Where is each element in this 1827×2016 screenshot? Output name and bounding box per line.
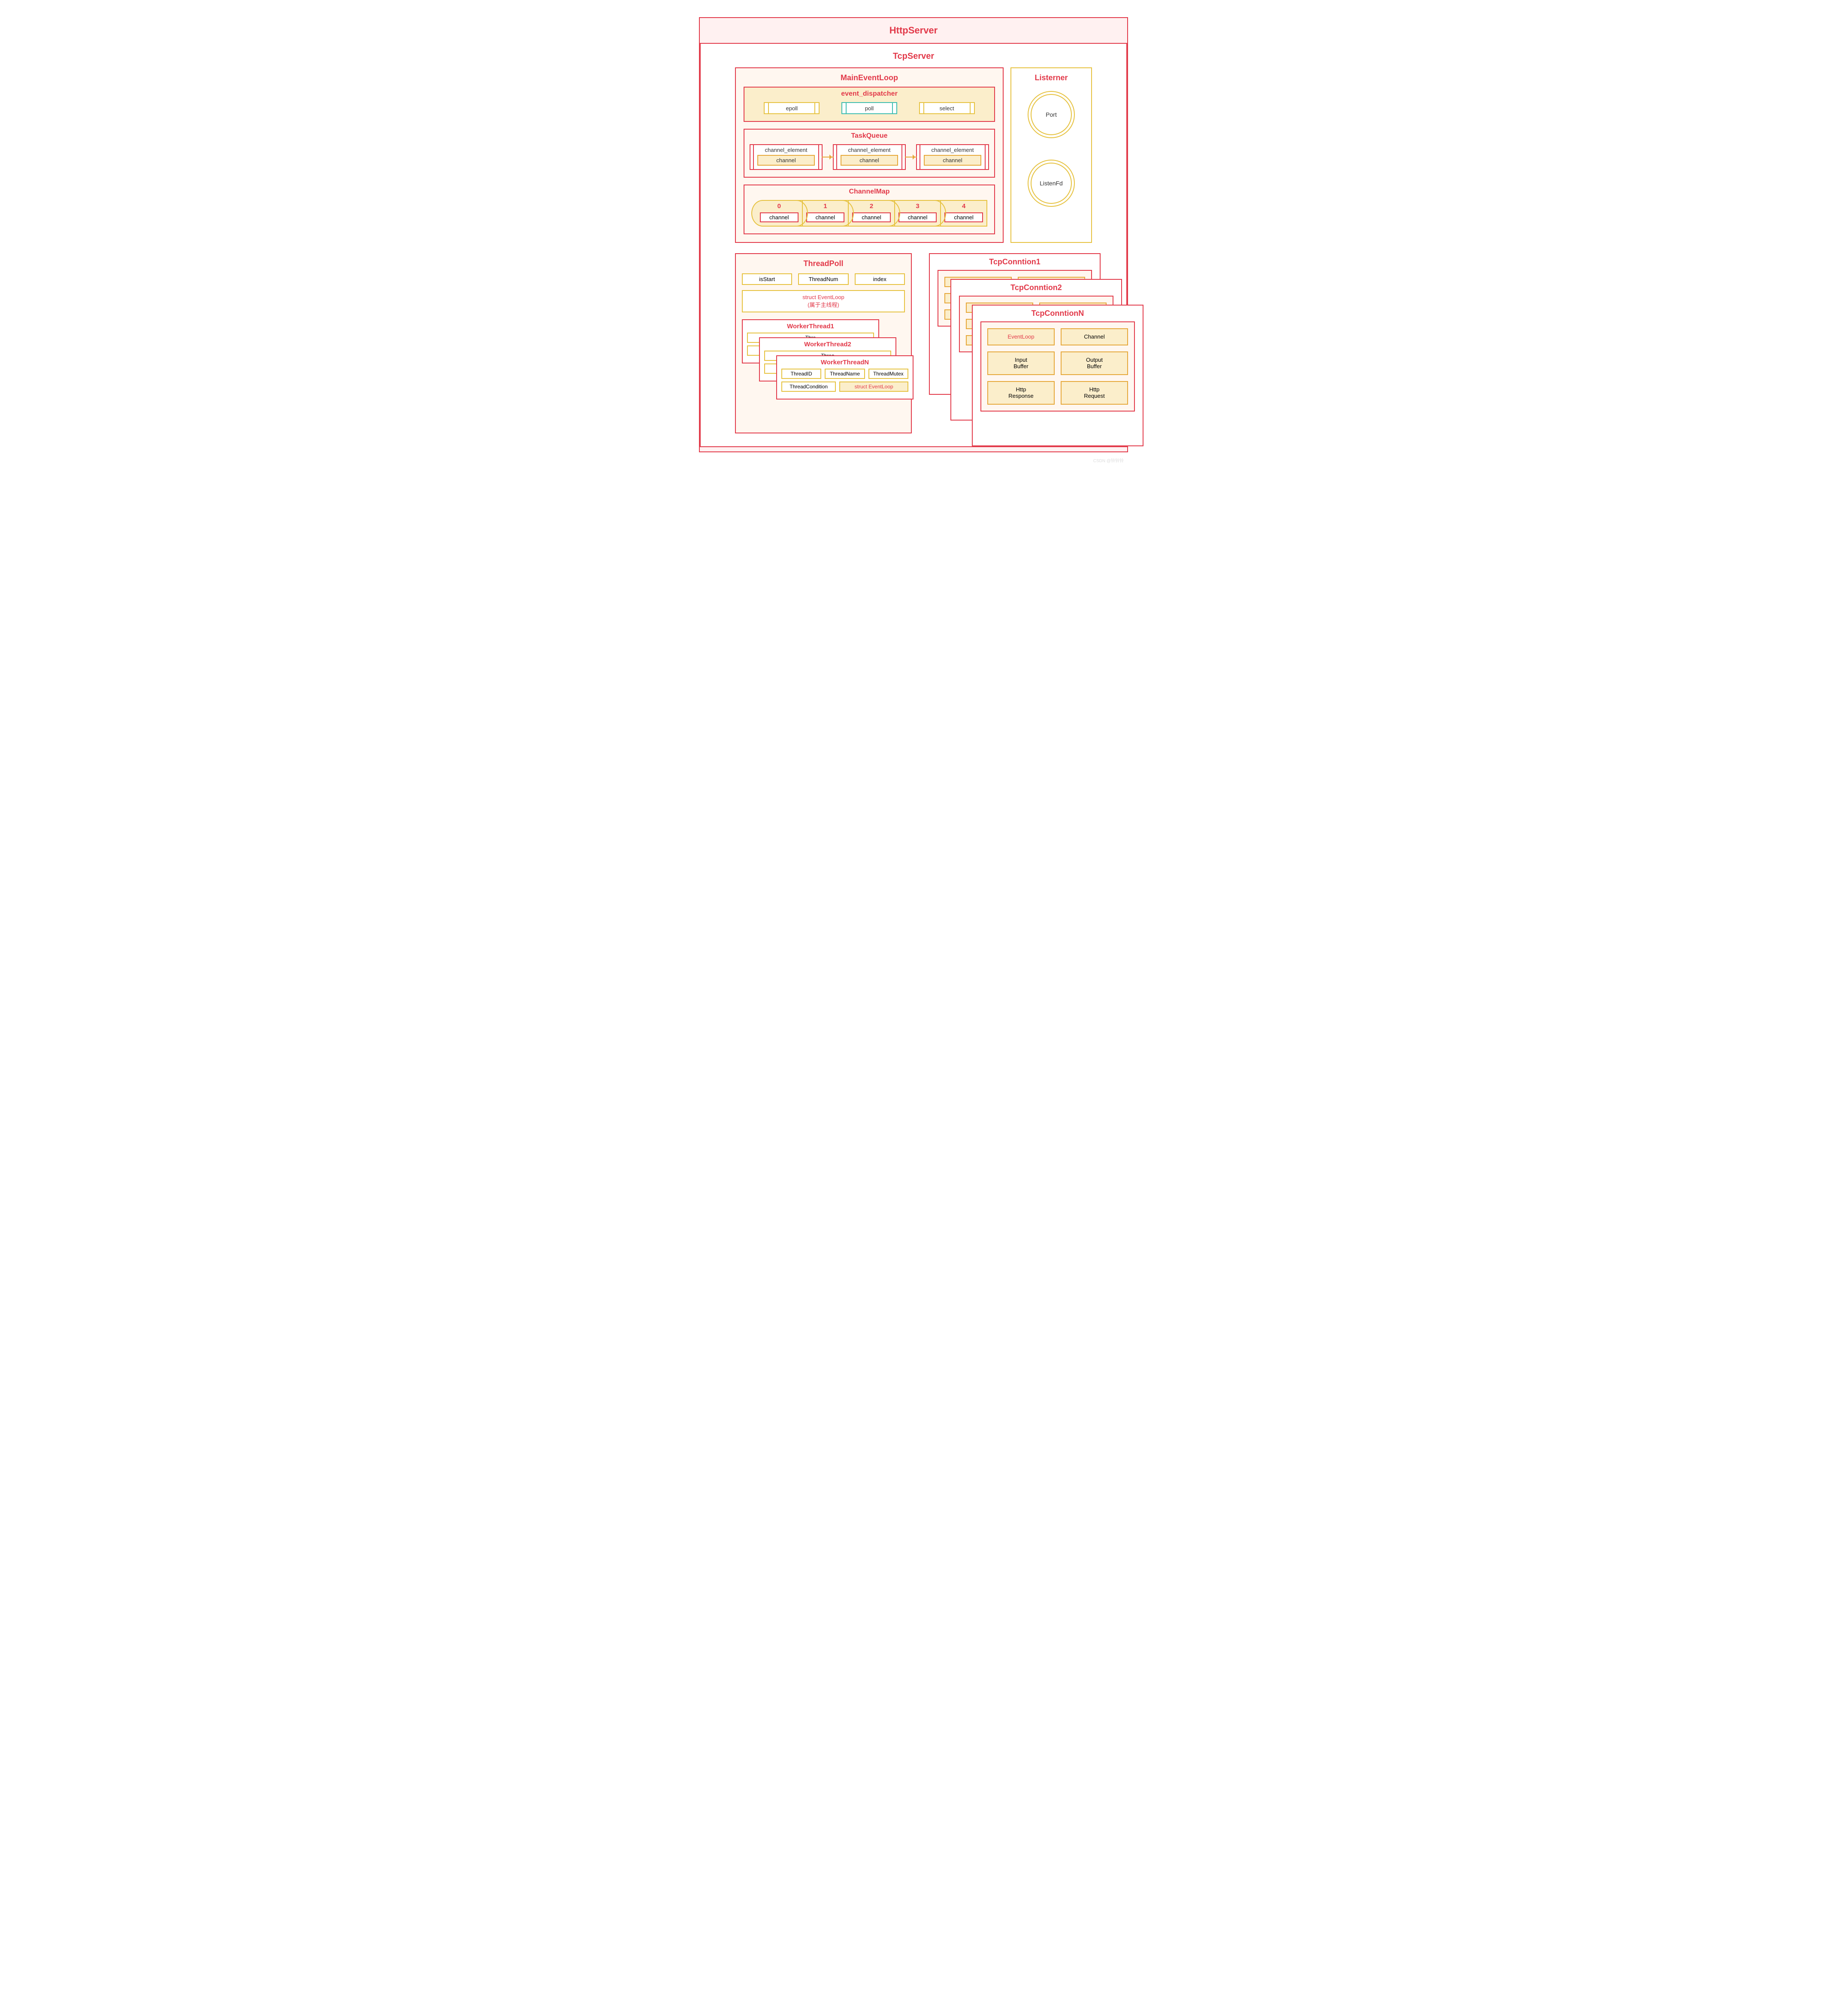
channel-element: channel_element channel [750,144,823,170]
prop-index: index [855,273,905,285]
top-row: MainEventLoop event_dispatcher epoll pol… [709,67,1118,243]
dispatcher-epoll: epoll [764,102,820,114]
conn-http-request: HttpRequest [1061,381,1128,405]
channel-map-title: ChannelMap [751,187,987,200]
channel-box: channel [841,155,898,166]
watermark: CSDN @铃铃铃 [1093,457,1124,463]
task-queue-title: TaskQueue [750,131,989,144]
channel-map-cell: 2 channel [848,200,894,227]
conn-eventloop: EventLoop [987,328,1055,345]
diagram-root: HttpServer TcpServer MainEventLoop event… [699,17,1128,452]
channel-map-box: ChannelMap 0 channel 1 channel [744,185,995,234]
channel-element: channel_element channel [833,144,906,170]
task-queue-box: TaskQueue channel_element channel [744,129,995,178]
channel-map-cell: 1 channel [802,200,848,227]
worker-stack: WorkerThread1 Thre Thre WorkerThread2 Th… [742,319,905,409]
thread-pool-props: isStart ThreadNum index [742,273,905,285]
main-event-loop-box: MainEventLoop event_dispatcher epoll pol… [735,67,1004,243]
channel-map-cell: 0 channel [751,200,802,227]
port-circle: Port [1028,91,1075,138]
conn-body: EventLoop Channel InputBuffer OutputBuff… [980,321,1135,412]
listener-title: Listerner [1034,71,1068,91]
main-event-loop-title: MainEventLoop [744,71,995,87]
channel-map-cell: 4 channel [940,200,987,227]
channel-map-row: 0 channel 1 channel 2 chan [751,200,987,227]
worker-thread-n: WorkerThreadN ThreadID ThreadName Thread… [776,355,914,400]
listenfd-circle: ListenFd [1028,160,1075,207]
thread-pool-box: ThreadPoll isStart ThreadNum index struc… [735,253,912,433]
bottom-row: ThreadPoll isStart ThreadNum index struc… [709,243,1118,433]
tcp-server-title: TcpServer [709,48,1118,67]
channel-box: channel [757,155,815,166]
channel-element: channel_element channel [916,144,989,170]
conn-http-response: HttpResponse [987,381,1055,405]
conn-channel: Channel [1061,328,1128,345]
channel-box: channel [924,155,981,166]
conn-input-buffer: InputBuffer [987,351,1055,375]
conn-output-buffer: OutputBuffer [1061,351,1128,375]
tcp-connection-stack: TcpConntion1 TcpConntion2 [929,253,1092,433]
task-queue-row: channel_element channel channel_element [750,144,989,170]
tcp-server-box: TcpServer MainEventLoop event_dispatcher… [700,43,1127,447]
struct-eventloop-main: struct EventLoop (属于主线程) [742,290,905,312]
http-server-box: HttpServer TcpServer MainEventLoop event… [699,17,1128,452]
dispatcher-poll: poll [841,102,897,114]
prop-isstart: isStart [742,273,792,285]
thread-pool-title: ThreadPoll [742,257,905,273]
dispatcher-select: select [919,102,975,114]
event-dispatcher-row: epoll poll select [753,102,986,114]
channel-map-cell: 3 channel [894,200,941,227]
event-dispatcher-box: event_dispatcher epoll poll select [744,87,995,122]
event-dispatcher-title: event_dispatcher [753,89,986,102]
http-server-title: HttpServer [700,18,1127,43]
listener-box: Listerner Port ListenFd [1010,67,1092,243]
prop-threadnum: ThreadNum [798,273,848,285]
tcp-connection-n: TcpConntionN EventLoop Channel InputBuff… [972,305,1143,446]
